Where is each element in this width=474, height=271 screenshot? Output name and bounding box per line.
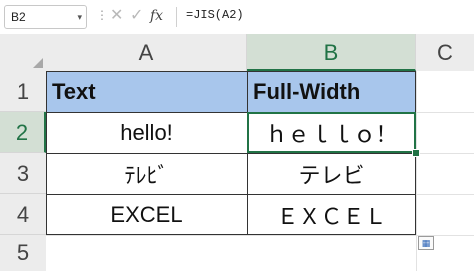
cell-a1-text: Text <box>52 78 96 104</box>
row-header-2[interactable]: 2 <box>0 112 46 153</box>
more-options-icon[interactable]: ⋮ <box>96 8 108 22</box>
select-all-corner[interactable] <box>0 34 46 71</box>
table-border <box>46 112 416 113</box>
gridline <box>416 71 417 271</box>
cell-a3-text: ﾃﾚﾋﾞ <box>124 162 169 188</box>
cell-b1[interactable]: Full-Width <box>247 71 416 112</box>
cell-a2[interactable]: hello! <box>46 112 247 153</box>
formula-bar: B2 ▾ ⋮ ✕ ✓ fx =JIS(A2) <box>0 0 474 34</box>
cell-b2[interactable]: ｈｅｌｌｏ！ <box>247 112 416 153</box>
name-box[interactable]: B2 ▾ <box>4 5 87 29</box>
cell-a2-text: hello! <box>120 119 173 145</box>
autofill-options-icon[interactable]: ▦ <box>418 236 434 250</box>
row-header-3[interactable]: 3 <box>0 153 46 194</box>
select-all-icon <box>33 58 43 68</box>
fill-handle[interactable] <box>412 149 420 157</box>
cell-b3[interactable]: テレビ <box>247 153 416 194</box>
cell-b3-text: テレビ <box>298 162 365 188</box>
name-box-value: B2 <box>11 10 26 24</box>
cell-b4-text: ＥＸＣＥＬ <box>276 203 387 229</box>
row-header-1[interactable]: 1 <box>0 71 46 112</box>
enter-icon[interactable]: ✓ <box>130 6 143 26</box>
insert-function-icon[interactable]: fx <box>150 6 163 26</box>
column-header-c[interactable]: C <box>416 34 474 71</box>
cell-a1[interactable]: Text <box>46 71 247 112</box>
cell-a4-text: EXCEL <box>110 201 183 227</box>
row-header-5[interactable]: 5 <box>0 235 46 271</box>
cell-a4[interactable]: EXCEL <box>46 194 247 235</box>
cancel-icon[interactable]: ✕ <box>110 6 123 26</box>
column-header-b[interactable]: B <box>247 34 416 71</box>
formula-input[interactable]: =JIS(A2) <box>186 8 244 22</box>
gridline <box>46 235 474 236</box>
cell-b2-text: ｈｅｌｌｏ！ <box>265 121 398 147</box>
formula-bar-divider <box>176 7 177 27</box>
column-header-a[interactable]: A <box>46 34 247 71</box>
cell-b4[interactable]: ＥＸＣＥＬ <box>247 194 416 235</box>
row-header-4[interactable]: 4 <box>0 194 46 235</box>
cell-a3[interactable]: ﾃﾚﾋﾞ <box>46 153 247 194</box>
cell-b1-text: Full-Width <box>253 78 361 104</box>
table-border <box>46 194 416 195</box>
chevron-down-icon[interactable]: ▾ <box>77 6 82 28</box>
table-border <box>46 153 416 154</box>
